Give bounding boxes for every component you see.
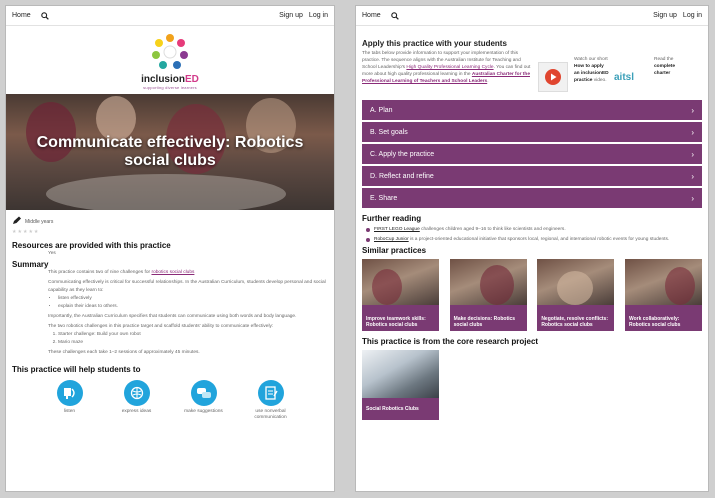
similar-heading: Similar practices bbox=[362, 246, 427, 255]
top-nav: Home Sign up Log in bbox=[356, 6, 708, 26]
top-nav: Home Sign up Log in bbox=[6, 6, 334, 26]
help-item-nonverbal: use nonverbal communication bbox=[243, 380, 299, 421]
resources-value: Yes bbox=[48, 251, 56, 256]
similar-card[interactable]: Make decisions: Robotics social clubs bbox=[449, 259, 527, 331]
project-card[interactable]: Social Robotics Clubs bbox=[362, 350, 439, 420]
video-text: Watch our short How to apply an inclusio… bbox=[574, 57, 609, 83]
further-reading: Further reading FIRST LEGO League challe… bbox=[362, 214, 702, 243]
similar-card[interactable]: Improve teamwork skills: Robotics social… bbox=[362, 259, 439, 331]
help-item-listen: listen bbox=[42, 380, 98, 421]
summary-paragraph: These challenges each take 1–2 sessions … bbox=[48, 350, 200, 355]
list-item: FIRST LEGO League challenges children ag… bbox=[366, 226, 702, 233]
accordion-reflect[interactable]: D. Reflect and refine › bbox=[362, 166, 702, 186]
chevron-right-icon: › bbox=[691, 149, 694, 159]
practice-meta: Middle years ★★★★★ bbox=[6, 210, 334, 235]
rating-stars[interactable]: ★★★★★ bbox=[12, 229, 328, 235]
apply-section: The tabs below provide information to su… bbox=[362, 50, 702, 92]
summary-paragraph: The two robotics challenges in this prac… bbox=[48, 324, 274, 329]
play-icon bbox=[545, 69, 561, 85]
robocup-link[interactable]: RoboCup Junior bbox=[374, 237, 409, 242]
project-card-title: Social Robotics Clubs bbox=[362, 398, 439, 420]
summary-steps: Starter challenge: Build your own robot … bbox=[48, 331, 328, 347]
summary-paragraph: Importantly, the Australian Curriculum s… bbox=[48, 314, 297, 319]
login-link[interactable]: Log in bbox=[309, 12, 328, 19]
project-image bbox=[362, 350, 439, 398]
helps-heading: This practice will help students to bbox=[12, 365, 141, 374]
robotics-clubs-link[interactable]: robotics social clubs bbox=[151, 270, 194, 275]
home-link[interactable]: Home bbox=[362, 12, 381, 19]
list-item: explain their ideas to others. bbox=[58, 303, 328, 311]
signup-link[interactable]: Sign up bbox=[653, 12, 677, 19]
similar-practices: Improve teamwork skills: Robotics social… bbox=[362, 259, 702, 331]
help-item-make-suggestions: make suggestions bbox=[176, 380, 232, 421]
apply-heading: Apply this practice with your students bbox=[362, 39, 507, 48]
aitsl-logo[interactable]: aitsl bbox=[614, 62, 644, 92]
accordion-apply[interactable]: C. Apply the practice › bbox=[362, 144, 702, 164]
logo-mark-icon bbox=[150, 32, 190, 72]
video-thumbnail[interactable] bbox=[538, 62, 568, 92]
chevron-right-icon: › bbox=[691, 105, 694, 115]
listen-icon bbox=[56, 380, 83, 406]
apply-text: The tabs below provide information to su… bbox=[362, 51, 531, 84]
years-label: Middle years bbox=[25, 218, 54, 225]
practice-page-right: Home Sign up Log in Apply this practice … bbox=[355, 5, 709, 492]
list-item: Starter challenge: Build your own robot bbox=[58, 331, 328, 339]
notepad-icon bbox=[257, 380, 284, 406]
similar-card[interactable]: Work collaboratively: Robotics social cl… bbox=[624, 259, 702, 331]
lego-league-link[interactable]: FIRST LEGO League bbox=[374, 227, 420, 232]
accordion-plan[interactable]: A. Plan › bbox=[362, 100, 702, 120]
logo-text: inclusionED bbox=[141, 74, 199, 85]
hero-image: Communicate effectively: Robotics social… bbox=[6, 94, 334, 210]
practice-page-left: Home Sign up Log in inclusionED supporti… bbox=[5, 5, 335, 492]
chevron-right-icon: › bbox=[691, 171, 694, 181]
similar-card[interactable]: Negotiate, resolve conflicts: Robotics s… bbox=[537, 259, 615, 331]
resources-heading: Resources are provided with this practic… bbox=[12, 241, 171, 250]
summary-body: This practice contains two of nine chall… bbox=[12, 269, 328, 357]
charter-text: Read the complete charter bbox=[654, 57, 676, 76]
home-link[interactable]: Home bbox=[12, 12, 31, 19]
logo-tagline: supporting diverse learners bbox=[143, 85, 197, 90]
pl-cycle-link[interactable]: High Quality Professional Learning Cycle bbox=[406, 65, 493, 70]
chevron-right-icon: › bbox=[691, 193, 694, 203]
search-icon[interactable] bbox=[40, 11, 49, 20]
project-heading: This practice is from the core research … bbox=[362, 337, 539, 346]
helps-list: listen express ideas make suggestions us… bbox=[6, 374, 334, 421]
accordion-set-goals[interactable]: B. Set goals › bbox=[362, 122, 702, 142]
list-item: listen effectively bbox=[58, 295, 328, 303]
card-image bbox=[624, 259, 702, 305]
page-title: Communicate effectively: Robotics social… bbox=[36, 134, 304, 169]
chevron-right-icon: › bbox=[691, 127, 694, 137]
search-icon[interactable] bbox=[390, 11, 399, 20]
brain-icon bbox=[123, 380, 150, 406]
summary-bullets: listen effectively explain their ideas t… bbox=[48, 295, 328, 311]
card-image bbox=[449, 259, 527, 305]
summary-intro: This practice contains two of nine chall… bbox=[48, 270, 195, 275]
summary-paragraph: Communicating effectively is critical fo… bbox=[48, 280, 326, 293]
further-heading: Further reading bbox=[362, 214, 422, 223]
inclusioned-logo[interactable]: inclusionED supporting diverse learners bbox=[6, 26, 334, 94]
card-image bbox=[362, 259, 439, 305]
video-promo[interactable]: Watch our short How to apply an inclusio… bbox=[538, 50, 610, 92]
signup-link[interactable]: Sign up bbox=[279, 12, 303, 19]
speech-bubble-icon bbox=[190, 380, 217, 406]
list-item: RoboCup Junior is a project-oriented edu… bbox=[366, 236, 702, 243]
practice-accordion: A. Plan › B. Set goals › C. Apply the prac… bbox=[362, 100, 702, 208]
pencil-icon bbox=[12, 216, 22, 227]
help-item-express-ideas: express ideas bbox=[109, 380, 165, 421]
summary-heading: Summary bbox=[12, 260, 49, 269]
card-image bbox=[537, 259, 615, 305]
list-item: Mario maze bbox=[58, 339, 328, 347]
charter-promo[interactable]: Read the complete charter bbox=[650, 50, 690, 92]
accordion-share[interactable]: E. Share › bbox=[362, 188, 702, 208]
login-link[interactable]: Log in bbox=[683, 12, 702, 19]
